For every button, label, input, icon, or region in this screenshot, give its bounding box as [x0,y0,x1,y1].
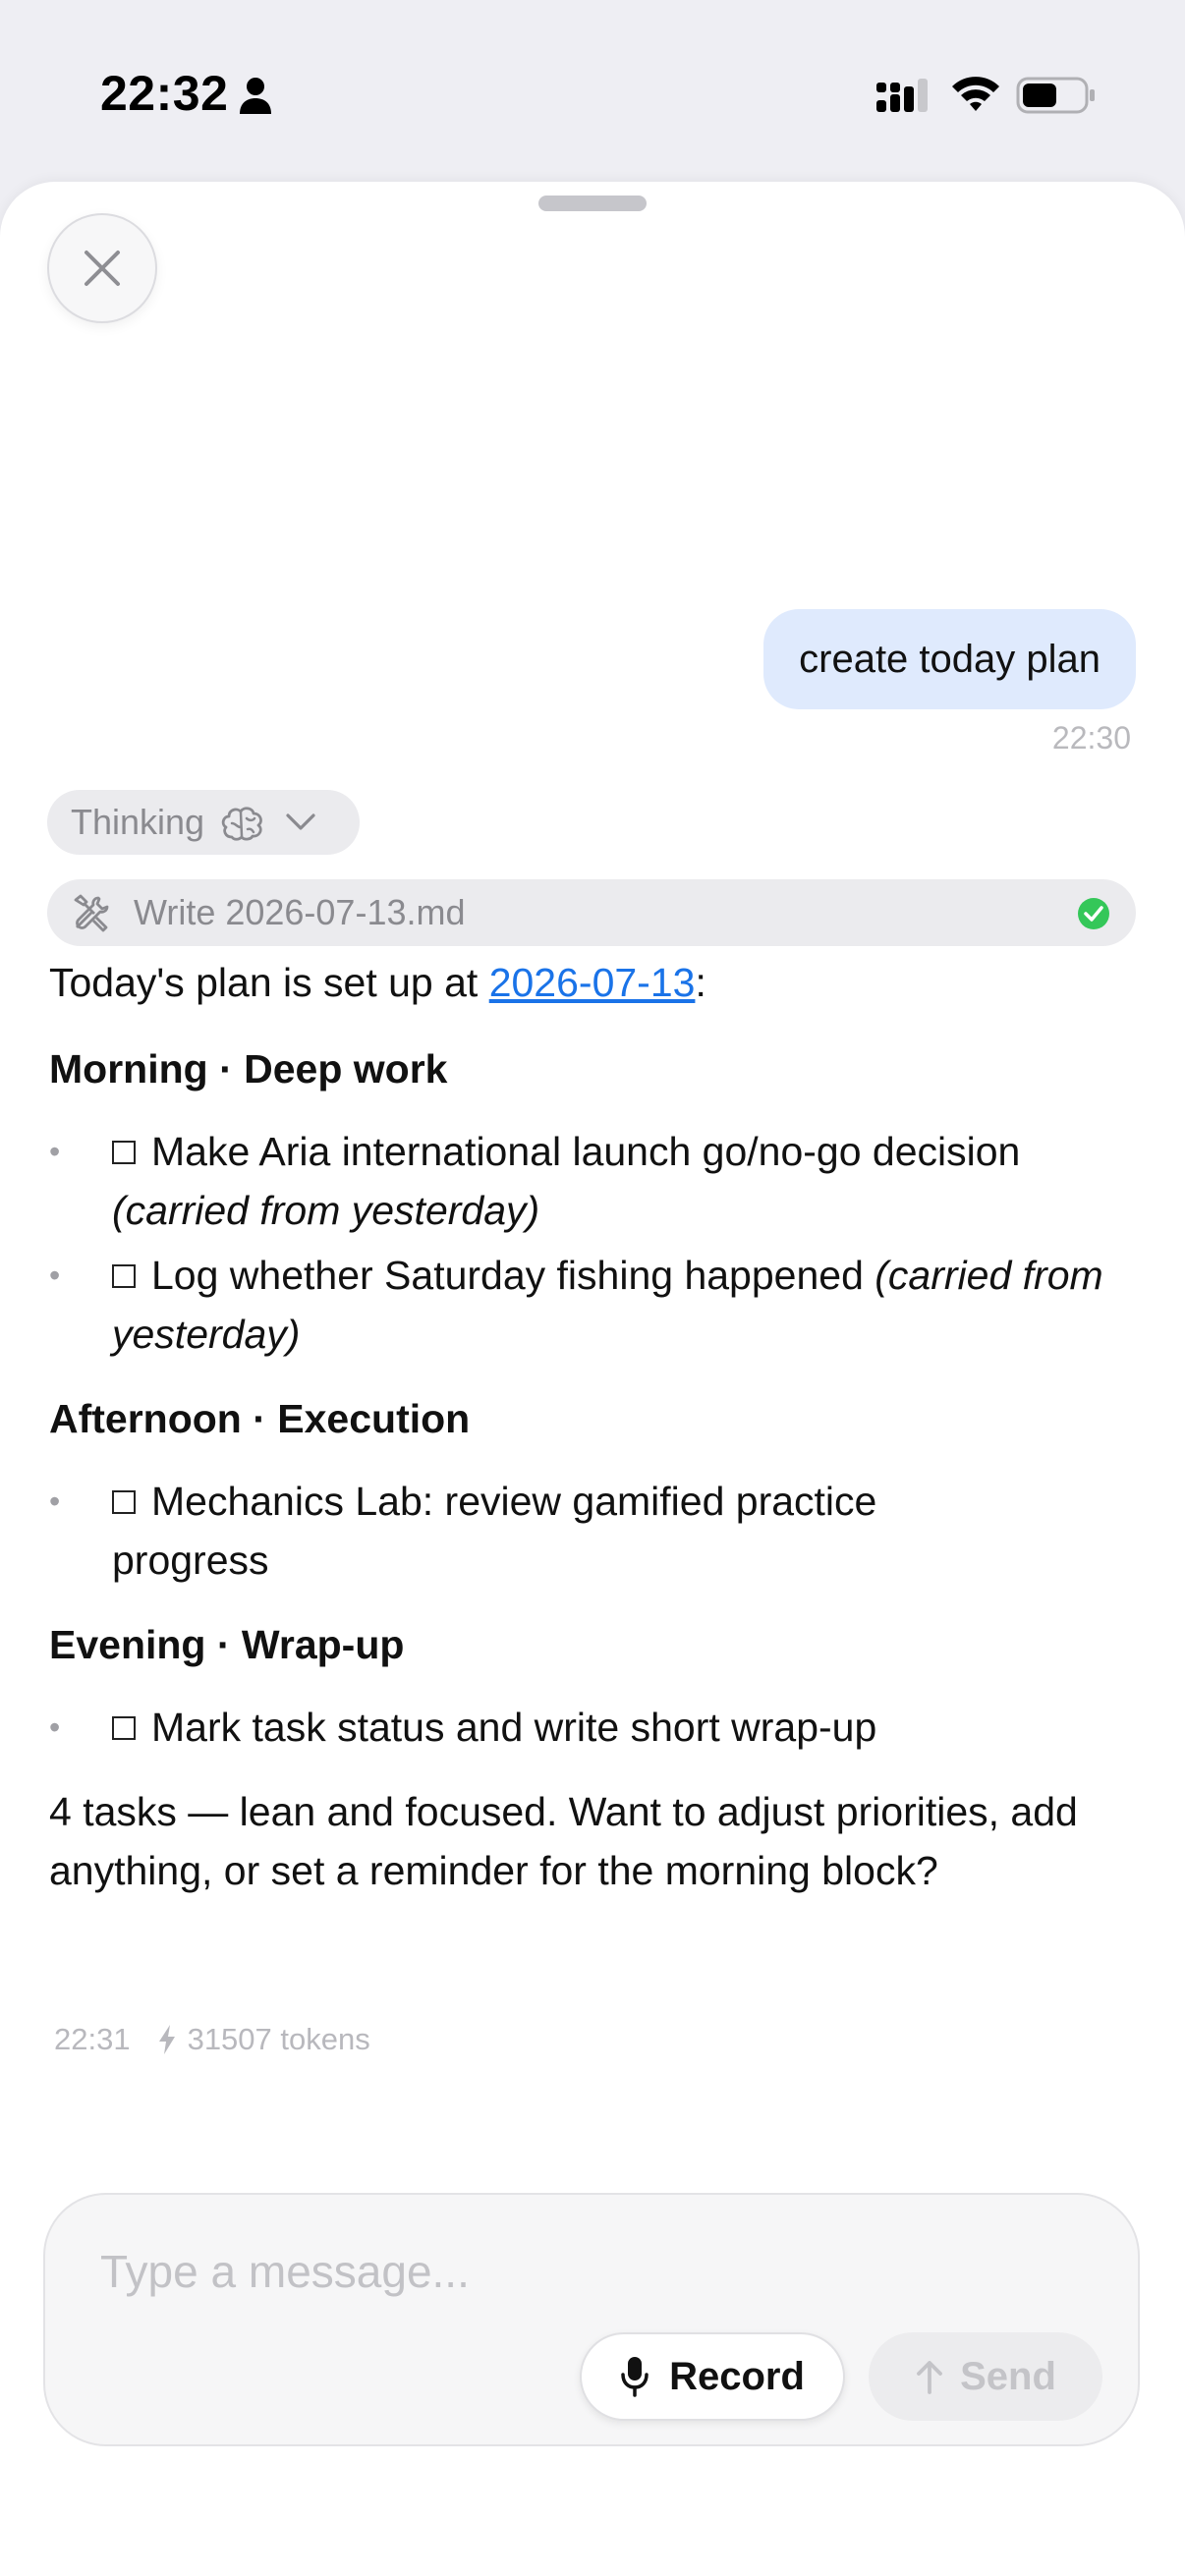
success-check-icon [1078,898,1109,929]
tools-icon [74,894,109,932]
arrow-up-icon [917,2361,942,2394]
battery-icon [1016,77,1095,114]
task-text: Mechanics Lab: review gamified practice … [112,1479,877,1583]
bullet: • [49,1134,61,1169]
tool-call-row[interactable]: Write 2026-07-13.md [47,879,1136,946]
status-time: 22:32 [100,66,229,121]
message-composer: Record Send [43,2193,1140,2446]
close-icon [85,251,120,286]
section-heading: Morning · Deep work [49,1046,448,1092]
user-message-bubble: create today plan [763,609,1136,709]
thinking-toggle[interactable]: Thinking [47,790,360,855]
task-item: • Mechanics Lab: review gamified practic… [49,1472,1140,1590]
tool-call-label: Write 2026-07-13.md [134,892,466,932]
task-item: • Make Aria international launch go/no-g… [49,1122,1140,1240]
assistant-intro: Today's plan is set up at 2026-07-13: [49,953,1140,1012]
sheet-grabber[interactable] [538,196,647,211]
checkbox-icon [112,1716,136,1740]
task-note: (carried from yesterday) [112,1188,540,1233]
intro-text: Today's plan is set up at [49,960,489,1005]
task-text: Mark task status and write short wrap-up [151,1705,877,1750]
send-button[interactable]: Send [869,2332,1102,2421]
bullet: • [49,1484,61,1519]
task-text: Make Aria international launch go/no-go … [151,1129,1021,1174]
record-label: Record [669,2354,805,2398]
person-icon [240,78,271,114]
microphone-icon [621,2357,649,2397]
bullet: • [49,1709,61,1745]
cellular-signal-icon [876,79,928,112]
checkbox-icon [112,1264,136,1288]
record-button[interactable]: Record [580,2332,845,2421]
intro-suffix: : [695,960,706,1005]
thinking-label: Thinking [71,802,205,842]
token-count: 31507 tokens [187,2022,370,2056]
status-bar: 22:32 [0,0,1185,182]
user-message-text: create today plan [799,637,1100,681]
assistant-message: Today's plan is set up at 2026-07-13: Mo… [49,953,1140,1900]
bolt-icon [158,2025,175,2054]
chat-sheet: create today plan 22:30 Thinking Write 2… [0,182,1185,2576]
user-message-time: 22:30 [1051,720,1131,756]
task-item: • Mark task status and write short wrap-… [49,1698,1140,1757]
send-label: Send [960,2354,1056,2398]
checkbox-icon [112,1490,136,1514]
section-heading: Evening · Wrap-up [49,1622,405,1667]
close-button[interactable] [47,213,157,323]
task-item: • Log whether Saturday fishing happened … [49,1246,1140,1364]
wifi-icon [952,77,999,111]
assistant-meta: 22:31 31507 tokens [54,2022,370,2057]
assistant-time: 22:31 [54,2022,131,2056]
brain-icon [221,807,262,841]
assistant-closing: 4 tasks — lean and focused. Want to adju… [49,1789,1078,1893]
section-heading: Afternoon · Execution [49,1396,471,1441]
task-text: Log whether Saturday fishing happened [151,1253,864,1298]
checkbox-icon [112,1141,136,1164]
plan-file-link[interactable]: 2026-07-13 [489,960,696,1005]
message-input[interactable] [98,2236,987,2307]
bullet: • [49,1258,61,1293]
chevron-down-icon [286,813,315,830]
